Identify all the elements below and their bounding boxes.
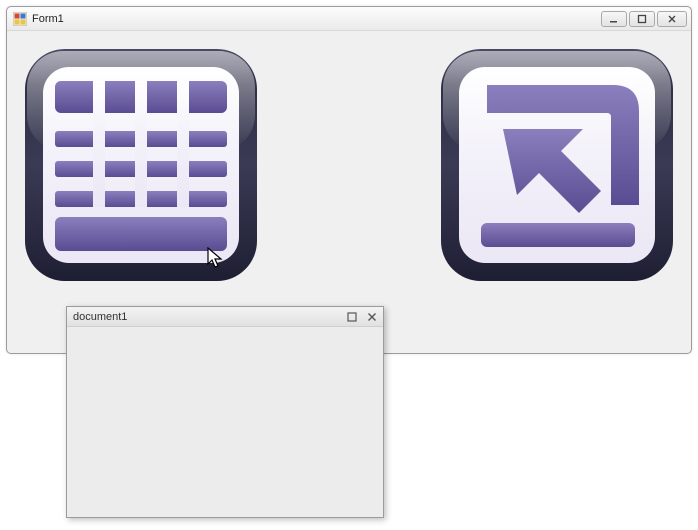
child-document-window: document1 <box>66 306 384 518</box>
form-client-area <box>7 31 691 353</box>
child-window-title: document1 <box>73 311 345 323</box>
app-form-icon <box>13 12 27 26</box>
child-client-area[interactable] <box>67 327 383 517</box>
main-window: Form1 <box>6 6 692 354</box>
close-button[interactable] <box>657 11 687 27</box>
window-controls <box>601 11 687 27</box>
child-maximize-button[interactable] <box>345 310 359 324</box>
window-title: Form1 <box>32 13 601 25</box>
child-close-button[interactable] <box>365 310 379 324</box>
minimize-button[interactable] <box>601 11 627 27</box>
maximize-button[interactable] <box>629 11 655 27</box>
child-titlebar[interactable]: document1 <box>67 307 383 327</box>
child-window-controls <box>345 310 379 324</box>
titlebar[interactable]: Form1 <box>7 7 691 31</box>
table-grid-icon[interactable] <box>21 45 261 285</box>
arrow-enter-icon[interactable] <box>437 45 677 285</box>
